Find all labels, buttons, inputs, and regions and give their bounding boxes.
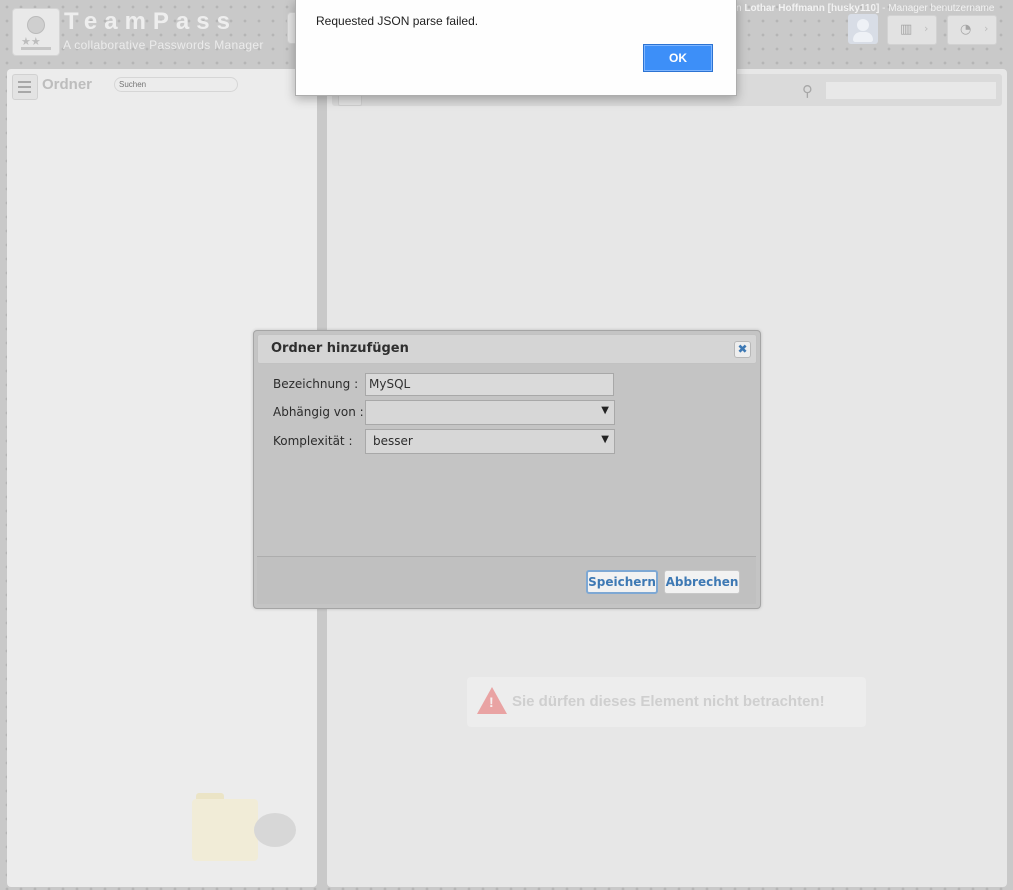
name-label: Bezeichnung : (273, 377, 359, 391)
teampass-logo: ★★ (12, 8, 60, 56)
no-permission-notice: Sie dürfen dieses Element nicht betracht… (467, 677, 866, 727)
chevron-right-icon: › (984, 22, 989, 35)
ok-button[interactable]: OK (643, 44, 713, 72)
item-search-input[interactable] (825, 81, 997, 100)
user-name: Lothar Hoffmann [husky110] (744, 3, 880, 14)
alert-dialog: Requested JSON parse failed. OK (295, 0, 737, 96)
alert-message: Requested JSON parse failed. (316, 14, 479, 28)
complexity-value: besser (373, 434, 413, 448)
complexity-label: Komplexität : (273, 434, 353, 448)
folders-menu-button[interactable] (12, 74, 38, 100)
add-folder-dialog: Ordner hinzufügen ✖ Bezeichnung : MySQL … (253, 330, 761, 609)
dropdown-arrow-icon: ▼ (601, 434, 609, 445)
logo-underline (21, 47, 51, 50)
binoculars-icon: ⚲ (802, 82, 813, 100)
user-info: n Lothar Hoffmann [husky110] - Manager b… (736, 3, 994, 14)
dashboard-menu-button[interactable]: ◔ › (947, 15, 997, 45)
map-menu-button[interactable]: ▥ › (887, 15, 937, 45)
dialog-titlebar: Ordner hinzufügen ✖ (257, 334, 757, 364)
app-title: TeamPass (64, 8, 237, 35)
folder-search-input[interactable] (114, 77, 238, 92)
save-button[interactable]: Speichern (586, 570, 658, 594)
cancel-button[interactable]: Abbrechen (664, 570, 740, 594)
complexity-select[interactable]: besser ▼ (365, 429, 615, 454)
avatar[interactable] (848, 14, 878, 44)
parent-label: Abhängig von : (273, 405, 364, 419)
warning-message: Sie dürfen dieses Element nicht betracht… (512, 693, 825, 710)
close-icon[interactable]: ✖ (734, 341, 751, 358)
dialog-footer: Speichern Abbrechen (257, 557, 756, 604)
app-subtitle: A collaborative Passwords Manager (63, 38, 264, 52)
locked-folder-illustration (192, 791, 302, 863)
lock-icon (27, 16, 45, 34)
warning-icon (477, 687, 507, 714)
padlock-icon (254, 813, 296, 847)
dialog-title: Ordner hinzufügen (271, 341, 409, 356)
chevron-right-icon: › (924, 22, 929, 35)
dashboard-icon: ◔ (960, 22, 972, 37)
user-role: - Manager benutzername (882, 3, 995, 14)
folders-title: Ordner (42, 76, 93, 93)
map-icon: ▥ (900, 22, 913, 37)
folders-toolbar: Ordner (12, 74, 312, 102)
folder-name-input[interactable]: MySQL (365, 373, 614, 396)
dropdown-arrow-icon: ▼ (601, 405, 609, 416)
parent-folder-select[interactable]: ▼ (365, 400, 615, 425)
